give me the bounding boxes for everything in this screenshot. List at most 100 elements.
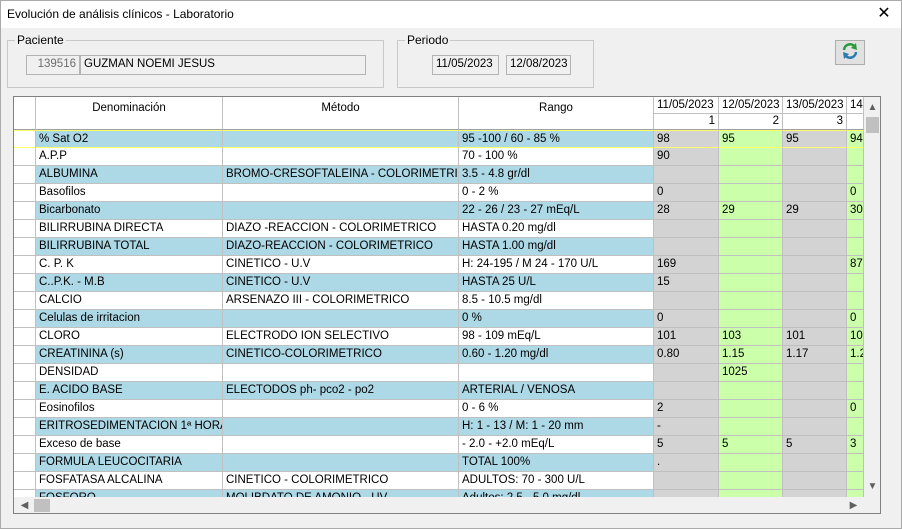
cell-denominacion[interactable]: CLORO [36, 328, 223, 346]
table-row[interactable]: CLORO ELECTRODO ION SELECTIVO 98 - 109 mEq… [14, 328, 864, 346]
row-indicator[interactable] [14, 472, 36, 490]
cell-denominacion[interactable]: BILIRRUBINA DIRECTA [36, 220, 223, 238]
cell-value[interactable] [783, 166, 847, 184]
cell-rango[interactable]: HASTA 1.00 mg/dl [459, 238, 654, 256]
table-row[interactable]: ALBUMINA BROMO-CRESOFTALEINA - COLORIMETR… [14, 166, 864, 184]
cell-value[interactable]: 0 [847, 184, 864, 202]
cell-rango[interactable]: TOTAL 100% [459, 454, 654, 472]
scroll-down-icon[interactable]: ▼ [864, 478, 880, 495]
cell-metodo[interactable]: CINETICO - COLORIMETRICO [223, 472, 459, 490]
cell-value[interactable] [654, 364, 719, 382]
cell-value[interactable] [847, 292, 864, 310]
cell-value[interactable] [847, 148, 864, 166]
cell-value[interactable]: 169 [654, 256, 719, 274]
cell-value[interactable] [783, 400, 847, 418]
cell-rango[interactable]: 70 - 100 % [459, 148, 654, 166]
cell-value[interactable] [783, 418, 847, 436]
cell-value[interactable]: 5 [719, 436, 783, 454]
cell-rango[interactable]: HASTA 0.20 mg/dl [459, 220, 654, 238]
cell-denominacion[interactable]: BILIRRUBINA TOTAL [36, 238, 223, 256]
cell-value[interactable] [783, 274, 847, 292]
cell-value[interactable]: 30 [847, 202, 864, 220]
cell-rango[interactable]: 0 % [459, 310, 654, 328]
table-row[interactable]: FOSFATASA ALCALINA CINETICO - COLORIMETRI… [14, 472, 864, 490]
scroll-left-icon[interactable]: ◀ [16, 497, 33, 513]
cell-rango[interactable]: 95 -100 / 60 - 85 % [459, 130, 654, 148]
row-indicator[interactable] [14, 256, 36, 274]
cell-metodo[interactable]: BROMO-CRESOFTALEINA - COLORIMETRICO [223, 166, 459, 184]
cell-rango[interactable]: ARTERIAL / VENOSA [459, 382, 654, 400]
cell-value[interactable] [654, 238, 719, 256]
period-from-field[interactable]: 11/05/2023 [432, 55, 499, 75]
cell-denominacion[interactable]: E. ACIDO BASE [36, 382, 223, 400]
cell-rango[interactable]: HASTA 25 U/L [459, 274, 654, 292]
table-row[interactable]: Celulas de irritacion 0 % 0 0 [14, 310, 864, 328]
vertical-scroll-thumb[interactable] [866, 117, 879, 133]
column-header-metodo[interactable]: Método [223, 97, 459, 130]
row-indicator[interactable] [14, 238, 36, 256]
cell-rango[interactable] [459, 364, 654, 382]
cell-value[interactable] [719, 166, 783, 184]
cell-value[interactable] [783, 238, 847, 256]
date-column-header[interactable]: 12/05/2023 2 [719, 97, 783, 130]
cell-value[interactable] [783, 184, 847, 202]
cell-value[interactable]: 0.80 [654, 346, 719, 364]
row-indicator[interactable] [14, 202, 36, 220]
cell-value[interactable] [847, 220, 864, 238]
cell-value[interactable] [847, 454, 864, 472]
table-row[interactable]: C. P. K CINETICO - U.V H: 24-195 / M 24 - … [14, 256, 864, 274]
table-row[interactable]: % Sat O2 95 -100 / 60 - 85 % 98 95 95 94 [14, 130, 864, 148]
row-indicator[interactable] [14, 148, 36, 166]
cell-rango[interactable]: 0 - 2 % [459, 184, 654, 202]
cell-value[interactable] [654, 292, 719, 310]
cell-denominacion[interactable]: C..P.K. - M.B [36, 274, 223, 292]
cell-rango[interactable]: 0.60 - 1.20 mg/dl [459, 346, 654, 364]
cell-metodo[interactable] [223, 184, 459, 202]
cell-value[interactable] [783, 292, 847, 310]
cell-metodo[interactable] [223, 454, 459, 472]
vertical-scrollbar[interactable]: ▲ ▼ [864, 97, 880, 497]
cell-value[interactable]: 0 [847, 310, 864, 328]
cell-rango[interactable]: ADULTOS: 70 - 300 U/L [459, 472, 654, 490]
cell-value[interactable] [719, 184, 783, 202]
cell-rango[interactable]: 22 - 26 / 23 - 27 mEq/L [459, 202, 654, 220]
cell-value[interactable] [783, 382, 847, 400]
date-column-header[interactable]: 13/05/2023 3 [783, 97, 847, 130]
column-header-denominacion[interactable]: Denominación [36, 97, 223, 130]
cell-rango[interactable]: H: 24-195 / M 24 - 170 U/L [459, 256, 654, 274]
cell-value[interactable]: 29 [783, 202, 847, 220]
cell-value[interactable]: 1.2 [847, 346, 864, 364]
cell-denominacion[interactable]: FORMULA LEUCOCITARIA [36, 454, 223, 472]
horizontal-scrollbar[interactable]: ◀ ▶ [14, 497, 864, 513]
cell-value[interactable] [719, 454, 783, 472]
cell-metodo[interactable] [223, 400, 459, 418]
cell-value[interactable] [719, 148, 783, 166]
cell-denominacion[interactable]: CALCIO [36, 292, 223, 310]
cell-value[interactable]: . [654, 454, 719, 472]
cell-metodo[interactable] [223, 202, 459, 220]
cell-value[interactable] [783, 256, 847, 274]
cell-value[interactable] [654, 166, 719, 184]
table-row[interactable]: A.P.P 70 - 100 % 90 [14, 148, 864, 166]
cell-value[interactable]: 101 [783, 328, 847, 346]
table-row[interactable]: DENSIDAD 1025 [14, 364, 864, 382]
cell-value[interactable]: 1.15 [719, 346, 783, 364]
cell-value[interactable] [847, 238, 864, 256]
cell-metodo[interactable] [223, 310, 459, 328]
cell-value[interactable]: - [654, 418, 719, 436]
table-row[interactable]: Basofilos 0 - 2 % 0 0 [14, 184, 864, 202]
cell-metodo[interactable]: CINETICO-COLORIMETRICO [223, 346, 459, 364]
row-indicator[interactable] [14, 382, 36, 400]
cell-denominacion[interactable]: A.P.P [36, 148, 223, 166]
cell-denominacion[interactable]: Basofilos [36, 184, 223, 202]
cell-value[interactable]: 0 [654, 310, 719, 328]
row-indicator[interactable] [14, 292, 36, 310]
row-indicator[interactable] [14, 310, 36, 328]
row-indicator[interactable] [14, 346, 36, 364]
cell-denominacion[interactable]: C. P. K [36, 256, 223, 274]
cell-metodo[interactable] [223, 364, 459, 382]
date-column-header[interactable]: 11/05/2023 1 [654, 97, 719, 130]
cell-denominacion[interactable]: FOSFATASA ALCALINA [36, 472, 223, 490]
table-row[interactable]: Exceso de base - 2.0 - +2.0 mEq/L 5 5 5 3 [14, 436, 864, 454]
cell-value[interactable] [719, 274, 783, 292]
